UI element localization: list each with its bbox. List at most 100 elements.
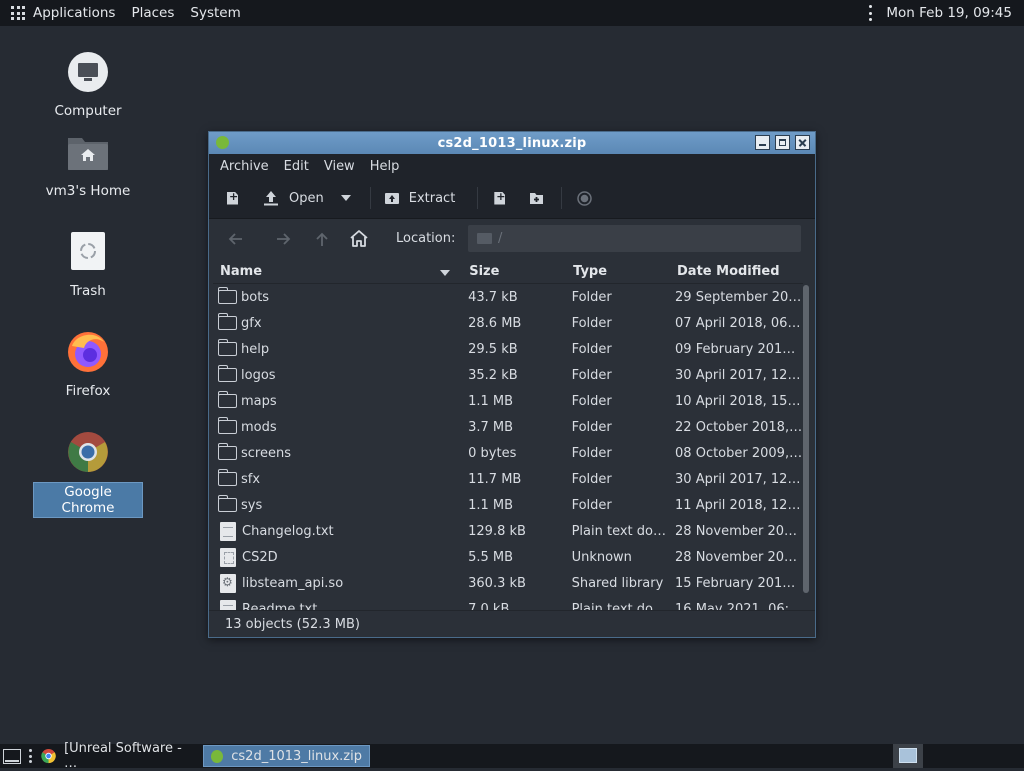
- file-type: Folder: [571, 341, 612, 357]
- location-label: Location:: [396, 231, 456, 246]
- home-icon[interactable]: [349, 229, 369, 248]
- file-size: 3.7 MB: [468, 419, 514, 435]
- task-label: [Unreal Software - …: [64, 741, 182, 771]
- file-name: Changelog.txt: [242, 523, 334, 539]
- menu-edit[interactable]: Edit: [284, 159, 309, 174]
- file-date: 22 October 2018, 1…: [675, 419, 803, 435]
- file-name: sfx: [241, 471, 261, 487]
- desktop-icon-label: Google Chrome: [33, 482, 143, 518]
- file-name: libsteam_api.so: [242, 575, 344, 591]
- file-row[interactable]: mods 3.7 MB Folder 22 October 2018, 1…: [213, 414, 803, 440]
- menu-places[interactable]: Places: [131, 5, 174, 21]
- file-row[interactable]: sys 1.1 MB Folder 11 April 2018, 12:39: [213, 492, 803, 518]
- folder-icon: [217, 313, 237, 330]
- toolbar-separator: [561, 187, 563, 209]
- kebab-menu-icon[interactable]: [869, 5, 873, 21]
- close-button[interactable]: [795, 135, 810, 150]
- file-name: bots: [241, 289, 270, 305]
- chevron-down-icon[interactable]: [340, 194, 352, 202]
- column-type[interactable]: Type: [566, 264, 670, 279]
- file-type: Folder: [571, 367, 612, 383]
- window-title: cs2d_1013_linux.zip: [437, 135, 587, 151]
- add-files-icon[interactable]: [494, 191, 506, 205]
- minimize-button[interactable]: [755, 135, 770, 150]
- text-file-icon: [220, 599, 236, 610]
- desktop-icon-trash[interactable]: Trash: [33, 230, 143, 300]
- file-row[interactable]: sfx 11.7 MB Folder 30 April 2017, 12:39: [213, 466, 803, 492]
- file-size: 0 bytes: [468, 445, 517, 461]
- file-row[interactable]: screens 0 bytes Folder 08 October 2009, …: [213, 440, 803, 466]
- scrollbar-thumb[interactable]: [803, 285, 809, 593]
- status-text: 13 objects (52.3 MB): [225, 616, 360, 632]
- up-arrow-icon[interactable]: [315, 231, 329, 247]
- desktop-icon-home[interactable]: vm3's Home: [33, 130, 143, 200]
- file-type: Folder: [571, 419, 612, 435]
- file-row[interactable]: CS2D 5.5 MB Unknown 28 November 2021…: [213, 544, 803, 570]
- menu-help[interactable]: Help: [370, 159, 400, 174]
- location-field[interactable]: /: [468, 225, 801, 252]
- folder-icon: [217, 391, 237, 408]
- extract-button[interactable]: Extract: [384, 190, 456, 206]
- column-size[interactable]: Size: [462, 264, 566, 279]
- file-row[interactable]: gfx 28.6 MB Folder 07 April 2018, 06:05: [213, 310, 803, 336]
- toolbar-separator: [477, 187, 479, 209]
- file-date: 30 April 2017, 12:34: [675, 367, 803, 383]
- column-name[interactable]: Name: [213, 264, 462, 279]
- workspace-switcher[interactable]: [893, 744, 923, 768]
- column-date-modified[interactable]: Date Modified: [670, 264, 803, 279]
- file-row[interactable]: Readme.txt 7.0 kB Plain text do… 16 May 202…: [213, 596, 803, 610]
- menu-view[interactable]: View: [324, 159, 355, 174]
- sort-down-icon: [440, 269, 451, 276]
- file-name: Readme.txt: [242, 601, 318, 611]
- add-folder-icon[interactable]: [529, 192, 544, 205]
- open-button[interactable]: Open: [263, 190, 324, 206]
- scrollbar[interactable]: [803, 285, 809, 593]
- file-name-cell: Changelog.txt: [213, 521, 463, 541]
- desktop-icon-computer[interactable]: Computer: [33, 50, 143, 120]
- file-date: 10 April 2018, 15:21: [675, 393, 803, 409]
- file-row[interactable]: help 29.5 kB Folder 09 February 2017, …: [213, 336, 803, 362]
- file-name: logos: [241, 367, 276, 383]
- file-name: sys: [241, 497, 263, 513]
- desktop-icon-chrome[interactable]: Google Chrome: [33, 430, 143, 518]
- back-arrow-icon[interactable]: [227, 232, 243, 246]
- library-file-icon: [220, 573, 236, 593]
- file-date: 29 September 201…: [675, 289, 803, 305]
- file-row[interactable]: bots 43.7 kB Folder 29 September 201…: [213, 284, 803, 310]
- file-name: maps: [241, 393, 277, 409]
- folder-icon: [477, 233, 492, 244]
- file-name: screens: [241, 445, 291, 461]
- show-desktop-icon[interactable]: [3, 748, 21, 764]
- new-archive-icon[interactable]: [227, 191, 238, 205]
- file-list: Name Size Type Date Modified bots 43.7 kB…: [213, 259, 803, 610]
- menu-system[interactable]: System: [190, 5, 240, 21]
- file-name-cell: bots: [213, 287, 463, 305]
- clock[interactable]: Mon Feb 19, 09:45: [886, 5, 1012, 21]
- task-label: cs2d_1013_linux.zip: [231, 748, 362, 764]
- menu-applications[interactable]: Applications: [33, 5, 115, 21]
- app-icon: [216, 136, 229, 149]
- kebab-handle-icon: [29, 749, 32, 763]
- file-size: 1.1 MB: [468, 393, 514, 409]
- desktop-icon-label: Firefox: [65, 383, 111, 399]
- menu-archive[interactable]: Archive: [220, 159, 269, 174]
- maximize-button[interactable]: [775, 135, 790, 150]
- trash-icon: [66, 230, 110, 274]
- window-titlebar[interactable]: cs2d_1013_linux.zip: [209, 132, 815, 154]
- extract-label: Extract: [408, 190, 456, 206]
- forward-arrow-icon[interactable]: [276, 232, 292, 246]
- task-cs2d-archive[interactable]: cs2d_1013_linux.zip: [203, 745, 370, 767]
- file-type: Unknown: [571, 549, 632, 565]
- top-panel: Applications Places System Mon Feb 19, 0…: [0, 0, 1024, 26]
- file-row[interactable]: logos 35.2 kB Folder 30 April 2017, 12:34: [213, 362, 803, 388]
- file-row[interactable]: Changelog.txt 129.8 kB Plain text do… 28 No…: [213, 518, 803, 544]
- chrome-icon: [41, 748, 56, 764]
- file-name: CS2D: [242, 549, 278, 565]
- file-name-cell: sys: [213, 495, 463, 513]
- file-row[interactable]: maps 1.1 MB Folder 10 April 2018, 15:21: [213, 388, 803, 414]
- apps-grid-icon[interactable]: [11, 6, 25, 20]
- desktop-icon-firefox[interactable]: Firefox: [33, 330, 143, 400]
- stop-icon[interactable]: [577, 190, 593, 206]
- task-unreal-software[interactable]: [Unreal Software - …: [34, 741, 198, 771]
- file-row[interactable]: libsteam_api.so 360.3 kB Shared library 15 …: [213, 570, 803, 596]
